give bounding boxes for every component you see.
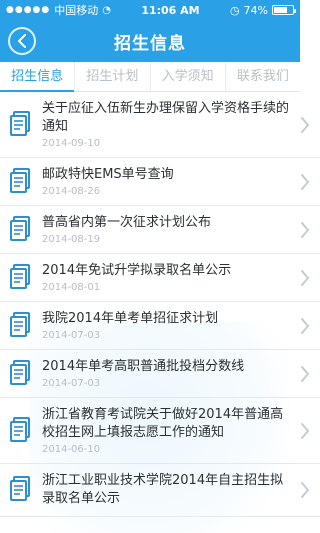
list-item-text: 普高省内第一次征求计划公布 2014-08-19 <box>42 214 294 245</box>
list-item[interactable]: 我院2014年单考单招征求计划 2014-07-03 <box>0 302 320 350</box>
status-left: ●●●●● 中国移动 ◔ <box>6 2 111 18</box>
news-list: 关于应征入伍新生办理保留入学资格手续的通知 2014-09-10 邮政特快EMS单号… <box>0 92 320 533</box>
list-item-text: 邮政特快EMS单号查询 2014-08-26 <box>42 166 294 197</box>
chevron-right-icon <box>301 269 309 286</box>
list-item[interactable]: 关于应征入伍新生办理保留入学资格手续的通知 2014-09-10 <box>0 92 320 158</box>
list-item-text: 我院2014年单考单招征求计划 2014-07-03 <box>42 310 294 341</box>
list-item-text: 2014年免试升学拟录取名单公示 2014-08-01 <box>42 262 294 293</box>
status-time: 11:06 AM <box>141 3 200 17</box>
list-item-text: 浙江省教育考试院关于做好2014年普通高校招生网上填报志愿工作的通知 2014-0… <box>42 406 294 455</box>
page-title: 招生信息 <box>114 33 186 54</box>
battery-icon <box>272 5 296 15</box>
list-item-title: 2014年单考高职普通批投档分数线 <box>42 359 245 374</box>
list-item-title: 关于应征入伍新生办理保留入学资格手续的通知 <box>42 101 290 134</box>
list-item-text: 2014年单考高职普通批投档分数线 2014-07-03 <box>42 358 294 389</box>
chevron-right-icon <box>301 116 309 133</box>
back-button[interactable] <box>8 27 36 55</box>
list-item-title: 邮政特快EMS单号查询 <box>42 167 174 182</box>
list-item-title: 普高省内第一次征求计划公布 <box>42 215 212 230</box>
document-icon <box>10 416 30 442</box>
carrier-label: 中国移动 <box>54 4 99 17</box>
list-item[interactable]: 2014年单考高职普通批投档分数线 2014-07-03 <box>0 350 320 398</box>
document-icon <box>10 476 30 501</box>
list-item-title: 我院2014年单考单招征求计划 <box>42 311 219 326</box>
list-item-date: 2014-06-10 <box>42 444 101 455</box>
tab-contact-us[interactable]: 联系我们 <box>224 62 300 91</box>
chevron-left-icon <box>18 34 26 48</box>
tab-admission-info[interactable]: 招生信息 <box>0 62 75 92</box>
list-item-date: 2014-08-26 <box>42 186 101 197</box>
wifi-icon: ◔ <box>102 4 111 16</box>
list-item-text: 关于应征入伍新生办理保留入学资格手续的通知 2014-09-10 <box>42 100 294 149</box>
list-item[interactable]: 浙江省教育考试院关于做好2014年普通高校招生网上填报志愿工作的通知 2014-0… <box>0 398 320 464</box>
list-item-title: 浙江省教育考试院关于做好2014年普通高校招生网上填报志愿工作的通知 <box>42 407 284 440</box>
list-item-date: 2014-08-19 <box>42 234 101 245</box>
list-item[interactable]: 普高省内第一次征求计划公布 2014-08-19 <box>0 206 320 254</box>
document-icon <box>10 311 30 337</box>
chevron-right-icon <box>301 173 309 190</box>
signal-icon: ●●●●● <box>6 5 51 15</box>
status-right: ◷ 74% <box>229 3 296 17</box>
chevron-right-icon <box>301 482 309 498</box>
document-icon <box>10 263 30 289</box>
list-item-text: 浙江工业职业技术学院2014年自主招生拟录取名单公示 <box>42 472 294 508</box>
list-item[interactable]: 2014年免试升学拟录取名单公示 2014-08-01 <box>0 254 320 302</box>
battery-fill <box>274 7 287 13</box>
document-icon <box>10 359 30 385</box>
list-item-date: 2014-09-10 <box>42 138 101 149</box>
alarm-icon: ◷ <box>229 3 240 17</box>
list-item-title: 浙江工业职业技术学院2014年自主招生拟录取名单公示 <box>42 473 284 506</box>
document-icon <box>10 167 30 193</box>
list-item[interactable]: 邮政特快EMS单号查询 2014-08-26 <box>0 158 320 206</box>
tab-bar: 招生信息 招生计划 入学须知 联系我们 <box>0 62 300 92</box>
chevron-right-icon <box>301 221 309 238</box>
battery-percent: 74% <box>243 3 268 17</box>
document-icon <box>10 215 30 241</box>
tab-admission-plan[interactable]: 招生计划 <box>74 62 149 91</box>
chevron-right-icon <box>301 365 309 382</box>
list-item-date: 2014-07-03 <box>42 330 101 341</box>
chevron-right-icon <box>301 422 309 439</box>
list-item-date: 2014-08-01 <box>42 282 101 293</box>
status-bar: ●●●●● 中国移动 ◔ 11:06 AM ◷ 74% <box>0 0 300 20</box>
list-item-date: 2014-07-03 <box>42 378 101 389</box>
list-item[interactable]: 浙江工业职业技术学院2014年自主招生拟录取名单公示 <box>0 464 320 517</box>
list-item-title: 2014年免试升学拟录取名单公示 <box>42 263 232 278</box>
document-icon <box>10 110 30 136</box>
navigation-bar: 招生信息 <box>0 20 300 62</box>
chevron-right-icon <box>301 317 309 334</box>
tab-enrollment-notice[interactable]: 入学须知 <box>149 62 225 91</box>
